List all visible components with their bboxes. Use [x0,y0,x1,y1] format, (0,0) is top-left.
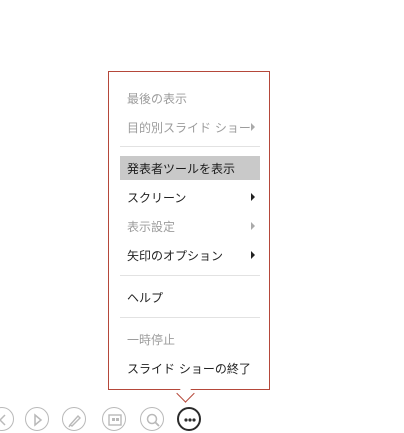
menu-item-label: スライド ショーの終了 [127,361,251,376]
menu-item-presenter-view[interactable]: 発表者ツールを表示 [120,156,260,180]
menu-item-help[interactable]: ヘルプ [120,285,260,309]
next-button[interactable] [25,407,49,431]
menu-separator [120,146,260,147]
see-all-slides-button[interactable] [102,407,126,431]
submenu-arrow-icon [251,222,255,230]
slideshow-context-menu: 最後の表示 目的別スライド ショー 発表者ツールを表示 スクリーン 表示設定 矢… [108,71,270,390]
menu-separator [120,317,260,318]
submenu-arrow-icon [251,123,255,131]
pen-icon [68,414,81,428]
slides-icon [108,414,122,426]
menu-separator [120,275,260,276]
menu-item-custom-show[interactable]: 目的別スライド ショー [120,115,260,139]
menu-item-label: 最後の表示 [127,91,188,106]
previous-button[interactable] [0,407,14,431]
menu-item-pause[interactable]: 一時停止 [120,327,260,351]
submenu-arrow-icon [251,193,255,201]
menu-item-label: ヘルプ [127,290,164,305]
more-icon [184,418,196,422]
menu-item-label: スクリーン [127,190,187,205]
menu-item-end-show[interactable]: スライド ショーの終了 [120,356,260,380]
menu-item-label: 表示設定 [127,219,176,234]
next-icon [34,413,43,427]
menu-item-last-viewed[interactable]: 最後の表示 [120,86,260,110]
previous-icon [0,414,6,426]
menu-item-label: 一時停止 [127,332,176,347]
menu-item-screen[interactable]: スクリーン [120,185,260,209]
submenu-arrow-icon [251,251,255,259]
zoom-icon [146,413,160,427]
menu-item-label: 発表者ツールを表示 [127,161,236,176]
pen-button[interactable] [62,407,86,431]
menu-item-arrow-options[interactable]: 矢印のオプション [120,243,260,267]
zoom-button[interactable] [140,407,164,431]
menu-item-label: 目的別スライド ショー [127,120,251,135]
menu-item-label: 矢印のオプション [127,248,224,263]
menu-item-display-settings[interactable]: 表示設定 [120,214,260,238]
more-options-button[interactable] [177,407,201,431]
